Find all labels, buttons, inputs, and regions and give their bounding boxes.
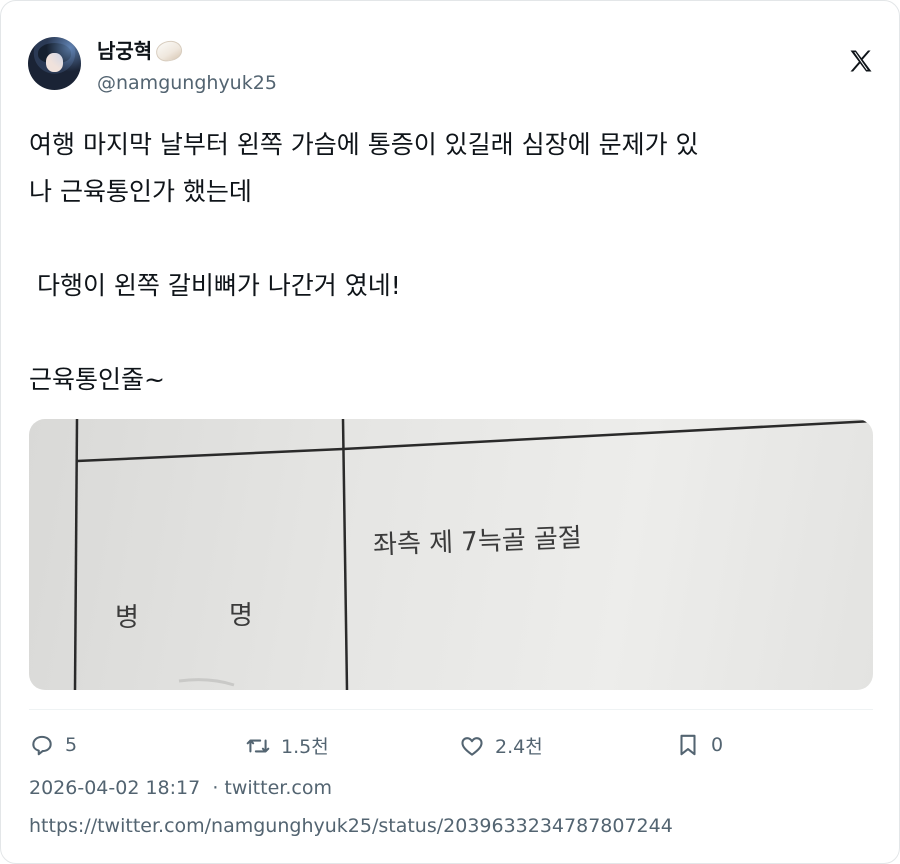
x-logo-icon[interactable] — [847, 47, 875, 75]
field-label-byeong: 병 — [115, 603, 139, 633]
like-button[interactable]: 2.4천 — [459, 732, 543, 759]
tweet-line: 다행이 왼쪽 갈비뼈가 나간거 였네! — [29, 271, 401, 300]
heart-icon — [461, 736, 483, 756]
reply-count: 5 — [65, 734, 78, 756]
tweet-line: 근육통인줄~ — [29, 365, 165, 394]
tweet-line: 여행 마지막 날부터 왼쪽 가슴에 통증이 있길래 심장에 문제가 있 — [29, 130, 699, 159]
shell-emoji-icon — [154, 38, 184, 63]
source-link[interactable]: twitter.com — [224, 777, 332, 799]
separator-dot: · — [212, 777, 219, 799]
tweet-line — [29, 215, 875, 262]
bookmark-icon — [680, 734, 696, 756]
tweet-photo[interactable]: 좌측 제 7늑골 골절 병 명 — [29, 419, 873, 690]
like-count: 2.4천 — [495, 736, 543, 758]
tweet-text: 여행 마지막 날부터 왼쪽 가슴에 통증이 있길래 심장에 문제가 있 나 근육… — [29, 121, 875, 403]
retweet-count: 1.5천 — [281, 736, 329, 758]
avatar-glow — [28, 37, 81, 90]
display-name-text: 남궁혁 — [97, 39, 153, 63]
tweet-url[interactable]: https://twitter.com/namgunghyuk25/status… — [29, 815, 673, 837]
tweet-meta: 2026-04-02 18:17 · twitter.com — [29, 777, 332, 799]
tweet-line — [29, 309, 875, 356]
timestamp[interactable]: 2026-04-02 18:17 — [29, 777, 200, 799]
retweet-button[interactable]: 1.5천 — [245, 732, 329, 759]
diagnosis-text: 좌측 제 7늑골 골절 — [372, 523, 583, 561]
reply-icon — [32, 735, 52, 756]
retweet-icon — [246, 739, 270, 752]
display-name[interactable]: 남궁혁 — [97, 35, 184, 64]
bookmark-count: 0 — [711, 734, 724, 756]
bookmark-button[interactable]: 0 — [675, 732, 723, 758]
divider — [29, 709, 873, 710]
user-handle[interactable]: @namgunghyuk25 — [97, 72, 277, 94]
tweet-line: 나 근육통인가 했는데 — [29, 177, 252, 206]
field-label-myeong: 명 — [229, 601, 253, 631]
reply-button[interactable]: 5 — [29, 732, 77, 758]
avatar[interactable] — [28, 37, 81, 90]
tweet-card: 남궁혁 @namgunghyuk25 여행 마지막 날부터 왼쪽 가슴에 통증이… — [0, 0, 900, 864]
